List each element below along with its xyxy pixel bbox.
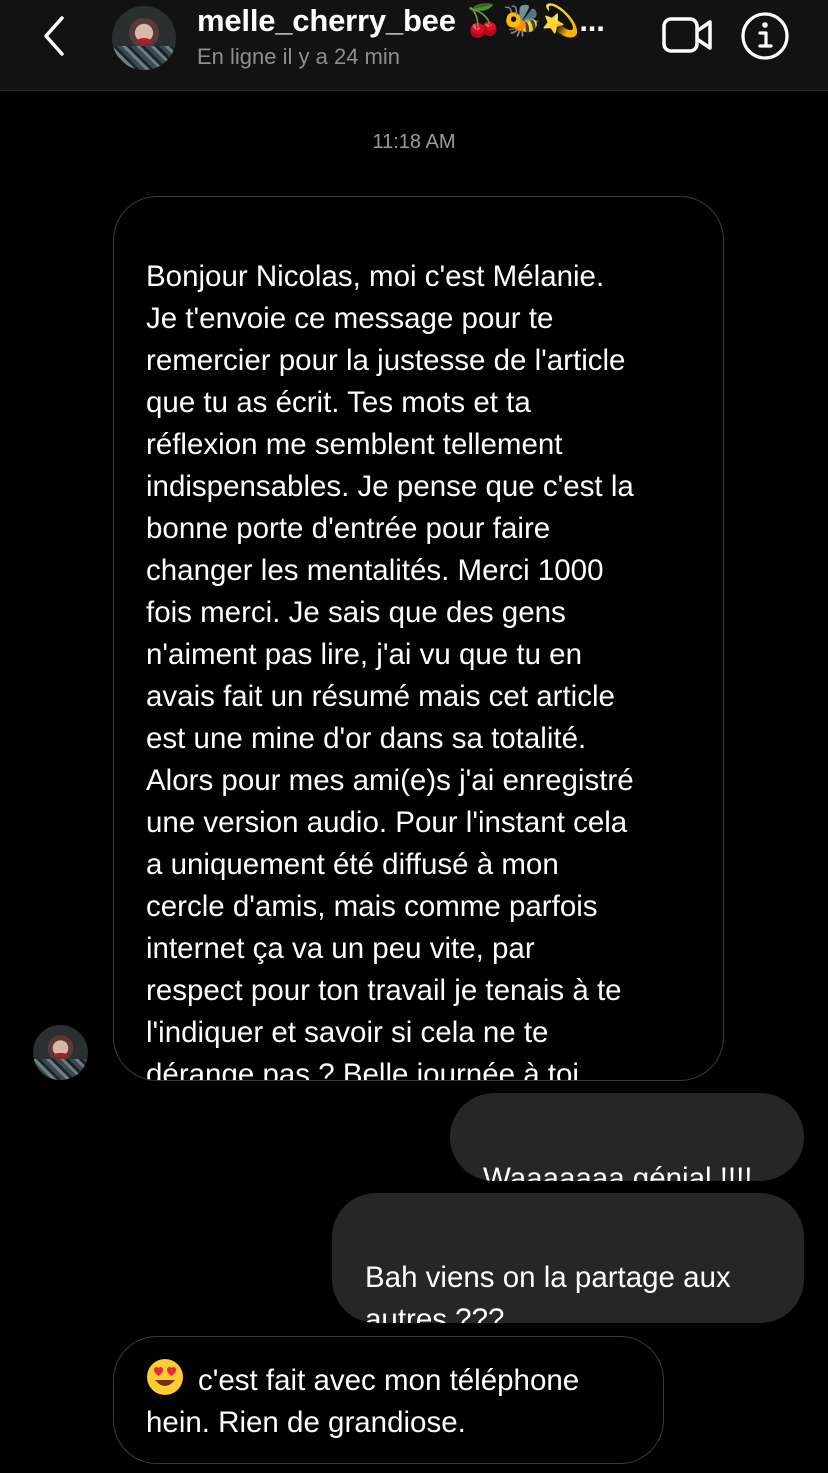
incoming-message-bubble[interactable]: Bonjour Nicolas, moi c'est Mélanie. Je t… [113,196,724,1081]
chevron-left-icon [44,16,64,56]
back-button[interactable] [36,14,76,58]
video-camera-icon [662,17,712,53]
incoming-message-bubble[interactable]: c'est fait avec mon téléphone hein. Rien… [113,1336,664,1464]
info-button[interactable] [740,11,790,61]
sender-avatar[interactable] [33,1025,88,1080]
message-text: Bah viens on la partage aux autres ??? [365,1261,731,1323]
message-text: Waaaaaaa génial !!!! [483,1162,753,1181]
chat-header: melle_cherry_bee 🍒🐝💫... En ligne il y a … [0,0,828,91]
video-call-button[interactable] [660,14,714,56]
avatar[interactable] [112,6,176,70]
info-circle-icon [741,12,789,60]
message-timestamp: 11:18 AM [372,131,456,153]
online-status: En ligne il y a 24 min [197,44,400,69]
outgoing-message-bubble[interactable]: Bah viens on la partage aux autres ??? [332,1193,804,1323]
message-text: c'est fait avec mon téléphone hein. Rien… [146,1364,580,1439]
outgoing-message-bubble[interactable]: Waaaaaaa génial !!!! [450,1093,804,1181]
chat-username[interactable]: melle_cherry_bee 🍒🐝💫... [197,2,642,39]
heart-eyes-face-icon [147,1359,183,1395]
message-text: Bonjour Nicolas, moi c'est Mélanie. Je t… [146,260,634,1081]
